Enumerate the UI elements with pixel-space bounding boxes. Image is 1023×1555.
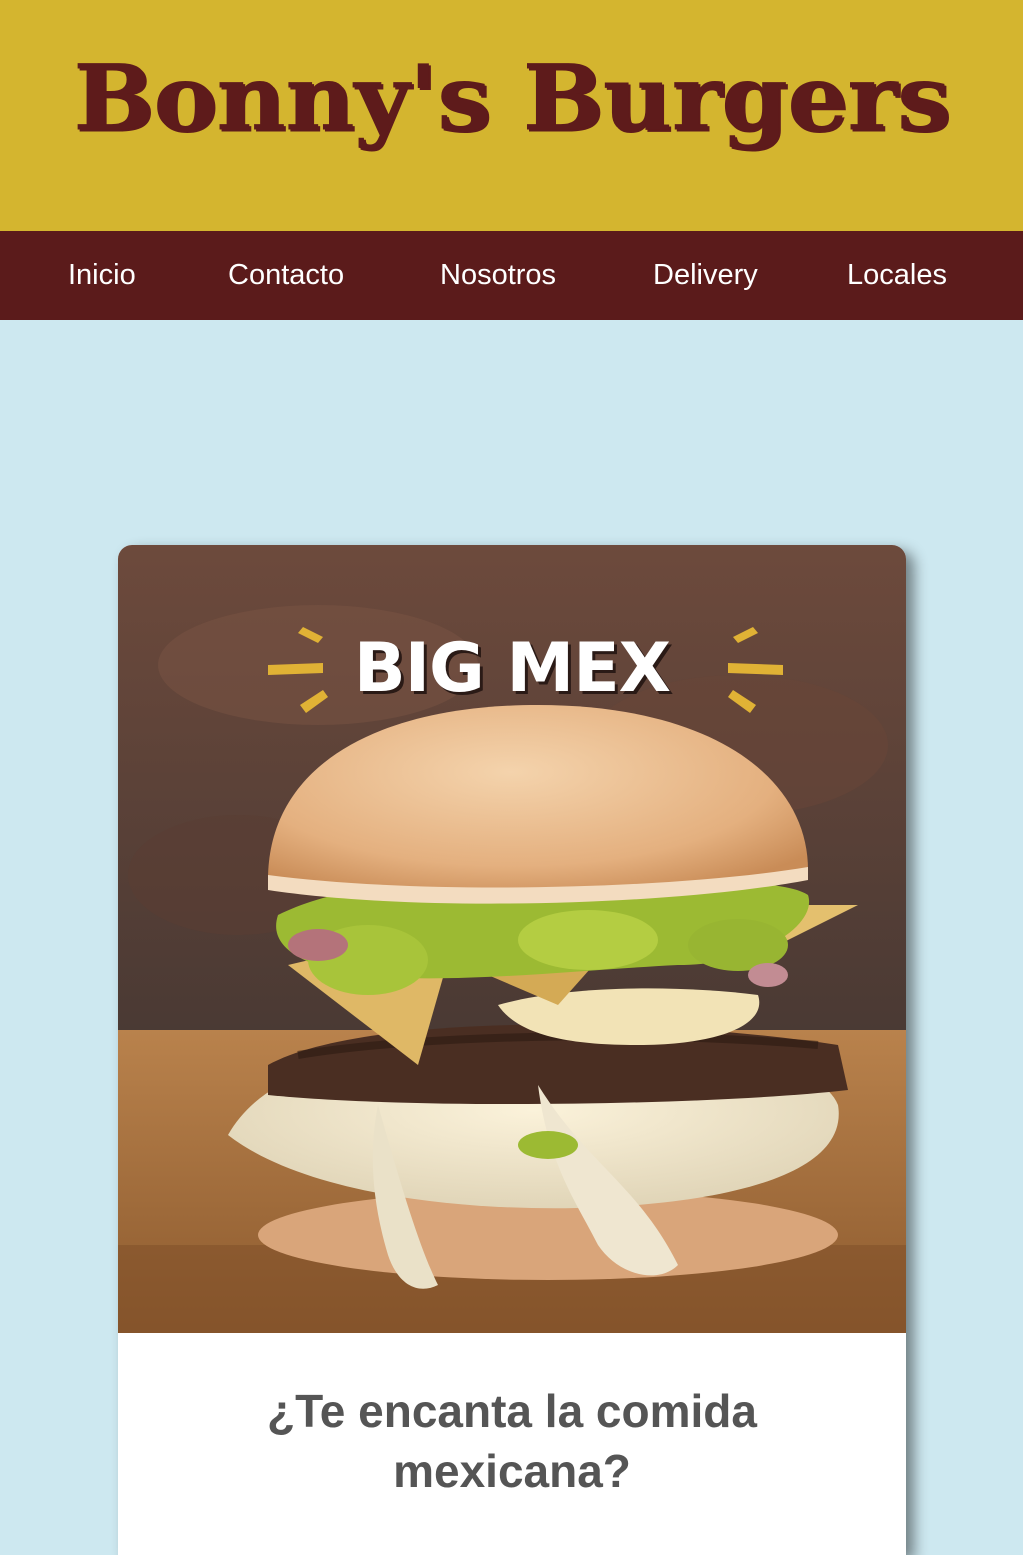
promo-question-line2: mexicana? [393,1445,631,1497]
site-header: Bonny's Burgers [0,0,1023,231]
promo-card[interactable]: BIG MEX ¿Te encanta la comida mexicana? [118,545,906,1555]
image-title: BIG MEX [353,629,671,708]
nav-item-inicio[interactable]: Inicio [68,231,136,320]
nav-item-locales[interactable]: Locales [847,231,947,320]
promo-question-line1: ¿Te encanta la comida [267,1385,757,1437]
nav-item-delivery[interactable]: Delivery [653,231,758,320]
main-nav: Inicio Contacto Nosotros Delivery Locale… [0,231,1023,320]
nav-item-contacto[interactable]: Contacto [228,231,344,320]
brand-logo[interactable]: Bonny's Burgers [73,51,951,143]
nav-item-nosotros[interactable]: Nosotros [440,231,556,320]
promo-question: ¿Te encanta la comida mexicana? [118,1381,906,1501]
